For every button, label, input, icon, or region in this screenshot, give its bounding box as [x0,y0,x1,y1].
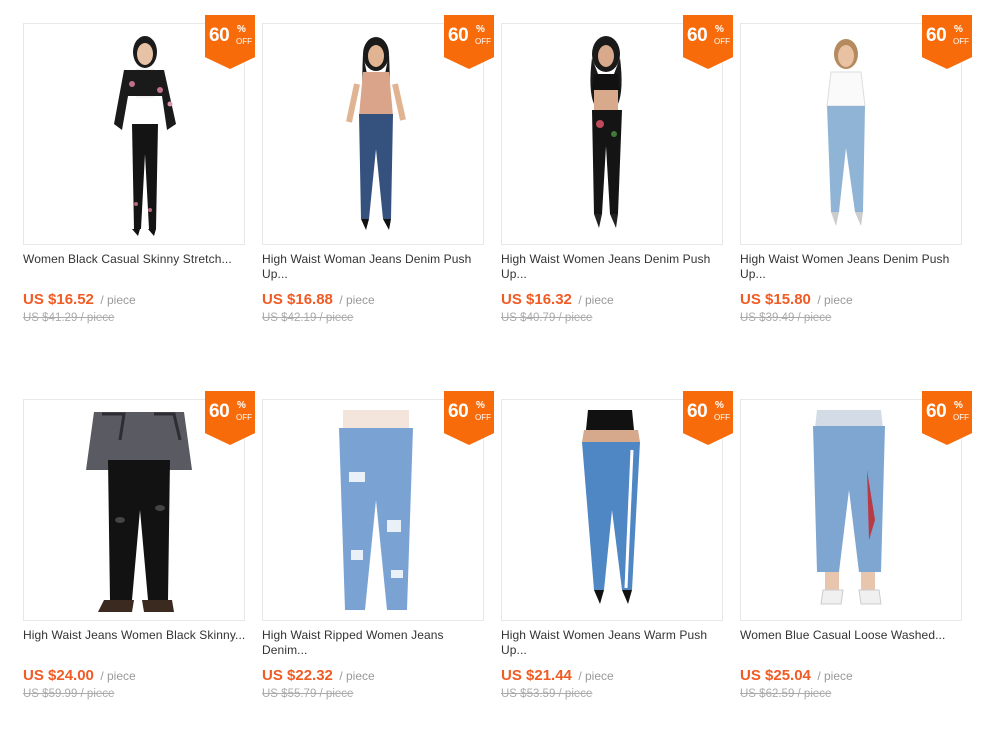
product-price: US $22.32 / piece [262,667,375,684]
product-card[interactable]: 60% OFF High Waist Jeans Women Black Skin… [23,391,255,729]
product-image[interactable]: 60% OFF [740,391,972,621]
product-title[interactable]: Women Black Casual Skinny Stretch... [23,252,245,267]
product-card[interactable]: 60% OFF High Waist Woman Jeans Denim Push… [262,15,494,353]
product-price: US $24.00 / piece [23,667,136,684]
product-price: US $16.52 / piece [23,291,136,308]
product-image[interactable]: 60% OFF [740,15,972,245]
product-title[interactable]: High Waist Women Jeans Warm Push Up... [501,628,723,658]
original-price: US $41.29 / piece [23,312,115,324]
product-price: US $15.80 / piece [740,291,853,308]
product-title[interactable]: Women Blue Casual Loose Washed... [740,628,962,643]
product-image[interactable]: 60% OFF [501,15,733,245]
product-image[interactable]: 60% OFF [262,391,494,621]
original-price: US $53.59 / piece [501,688,593,700]
product-price: US $16.32 / piece [501,291,614,308]
product-card[interactable]: 60% OFF High Waist Women Jeans Denim Push… [501,15,733,353]
product-price: US $21.44 / piece [501,667,614,684]
product-card[interactable]: 60% OFF Women Black Casual Skinny Stretch… [23,15,255,353]
product-image[interactable]: 60% OFF [501,391,733,621]
product-price: US $25.04 / piece [740,667,853,684]
original-price: US $40.79 / piece [501,312,593,324]
original-price: US $59.99 / piece [23,688,115,700]
original-price: US $62.59 / piece [740,688,832,700]
product-title[interactable]: High Waist Jeans Women Black Skinny... [23,628,245,643]
product-card[interactable]: 60% OFF Women Blue Casual Loose Washed...… [740,391,972,729]
product-image[interactable]: 60% OFF [23,391,255,621]
product-title[interactable]: High Waist Women Jeans Denim Push Up... [501,252,723,282]
product-card[interactable]: 60% OFF High Waist Women Jeans Denim Push… [740,15,972,353]
original-price: US $42.19 / piece [262,312,354,324]
product-title[interactable]: High Waist Woman Jeans Denim Push Up... [262,252,484,282]
product-card[interactable]: 60% OFF High Waist Ripped Women Jeans Deni… [262,391,494,729]
product-image[interactable]: 60% OFF [262,15,494,245]
original-price: US $55.79 / piece [262,688,354,700]
product-price: US $16.88 / piece [262,291,375,308]
original-price: US $39.49 / piece [740,312,832,324]
product-title[interactable]: High Waist Women Jeans Denim Push Up... [740,252,962,282]
product-title[interactable]: High Waist Ripped Women Jeans Denim... [262,628,484,658]
product-card[interactable]: 60% OFF High Waist Women Jeans Warm Push U… [501,391,733,729]
product-image[interactable]: 60% OFF [23,15,255,245]
